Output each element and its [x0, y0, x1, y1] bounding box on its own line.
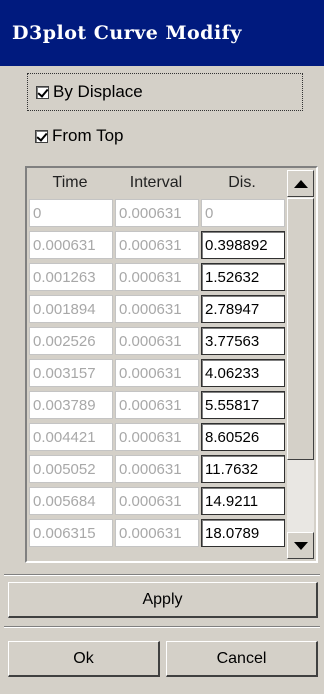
by-displace-checkbox[interactable]	[36, 85, 49, 99]
time-cell: 0.002526	[29, 327, 113, 355]
time-cell: 0.000631	[29, 231, 113, 259]
interval-cell: 0.000631	[115, 359, 199, 387]
interval-cell: 0.000631	[115, 423, 199, 451]
scroll-up-button[interactable]	[287, 170, 314, 197]
time-cell: 0.001894	[29, 295, 113, 323]
dis-cell[interactable]: 18.0789	[201, 519, 285, 547]
interval-cell: 0.000631	[115, 391, 199, 419]
time-cell: 0.004421	[29, 423, 113, 451]
interval-cell: 0.000631	[115, 487, 199, 515]
curve-modify-dialog: D3plot Curve Modify By Displace From Top…	[0, 0, 324, 694]
time-cell: 0.003789	[29, 391, 113, 419]
scroll-down-button[interactable]	[287, 532, 314, 559]
time-cell: 0.001263	[29, 263, 113, 291]
column-header-dis: Dis.	[228, 174, 256, 191]
curve-table: Time Interval Dis. 0 0.000631 0 0.000631 0.0…	[25, 166, 318, 563]
dis-cell[interactable]: 1.52632	[201, 263, 285, 291]
dis-cell[interactable]: 2.78947	[201, 295, 285, 323]
dis-cell[interactable]: 0	[201, 199, 285, 227]
time-cell: 0.005684	[29, 487, 113, 515]
ok-button[interactable]: Ok	[8, 641, 160, 677]
interval-cell: 0.000631	[115, 199, 199, 227]
time-cell: 0	[29, 199, 113, 227]
dis-cell[interactable]: 8.60526	[201, 423, 285, 451]
apply-button[interactable]: Apply	[8, 582, 318, 618]
time-cell: 0.005052	[29, 455, 113, 483]
time-cell: 0.006315	[29, 519, 113, 547]
arrow-down-icon	[294, 542, 308, 550]
by-displace-label: By Displace	[53, 82, 143, 101]
from-top-option[interactable]: From Top	[25, 117, 124, 155]
window-title: D3plot Curve Modify	[0, 0, 324, 66]
dis-cell[interactable]: 3.77563	[201, 327, 285, 355]
column-header-interval: Interval	[129, 174, 183, 191]
from-top-checkbox[interactable]	[35, 129, 48, 143]
from-top-label: From Top	[52, 126, 124, 145]
time-cell: 0.003157	[29, 359, 113, 387]
interval-cell: 0.000631	[115, 263, 199, 291]
interval-cell: 0.000631	[115, 519, 199, 547]
dis-cell[interactable]: 0.398892	[201, 231, 285, 259]
interval-cell: 0.000631	[115, 295, 199, 323]
vertical-scrollbar[interactable]	[287, 170, 314, 559]
interval-cell: 0.000631	[115, 455, 199, 483]
cancel-button[interactable]: Cancel	[166, 641, 318, 677]
arrow-up-icon	[294, 180, 308, 188]
dis-cell[interactable]: 4.06233	[201, 359, 285, 387]
interval-cell: 0.000631	[115, 231, 199, 259]
column-header-time: Time	[52, 174, 88, 191]
by-displace-option[interactable]: By Displace	[27, 73, 303, 111]
divider	[4, 574, 320, 576]
dis-cell[interactable]: 5.55817	[201, 391, 285, 419]
scroll-thumb[interactable]	[287, 198, 314, 460]
divider	[4, 626, 320, 628]
interval-cell: 0.000631	[115, 327, 199, 355]
dis-cell[interactable]: 14.9211	[201, 487, 285, 515]
dis-cell[interactable]: 11.7632	[201, 455, 285, 483]
